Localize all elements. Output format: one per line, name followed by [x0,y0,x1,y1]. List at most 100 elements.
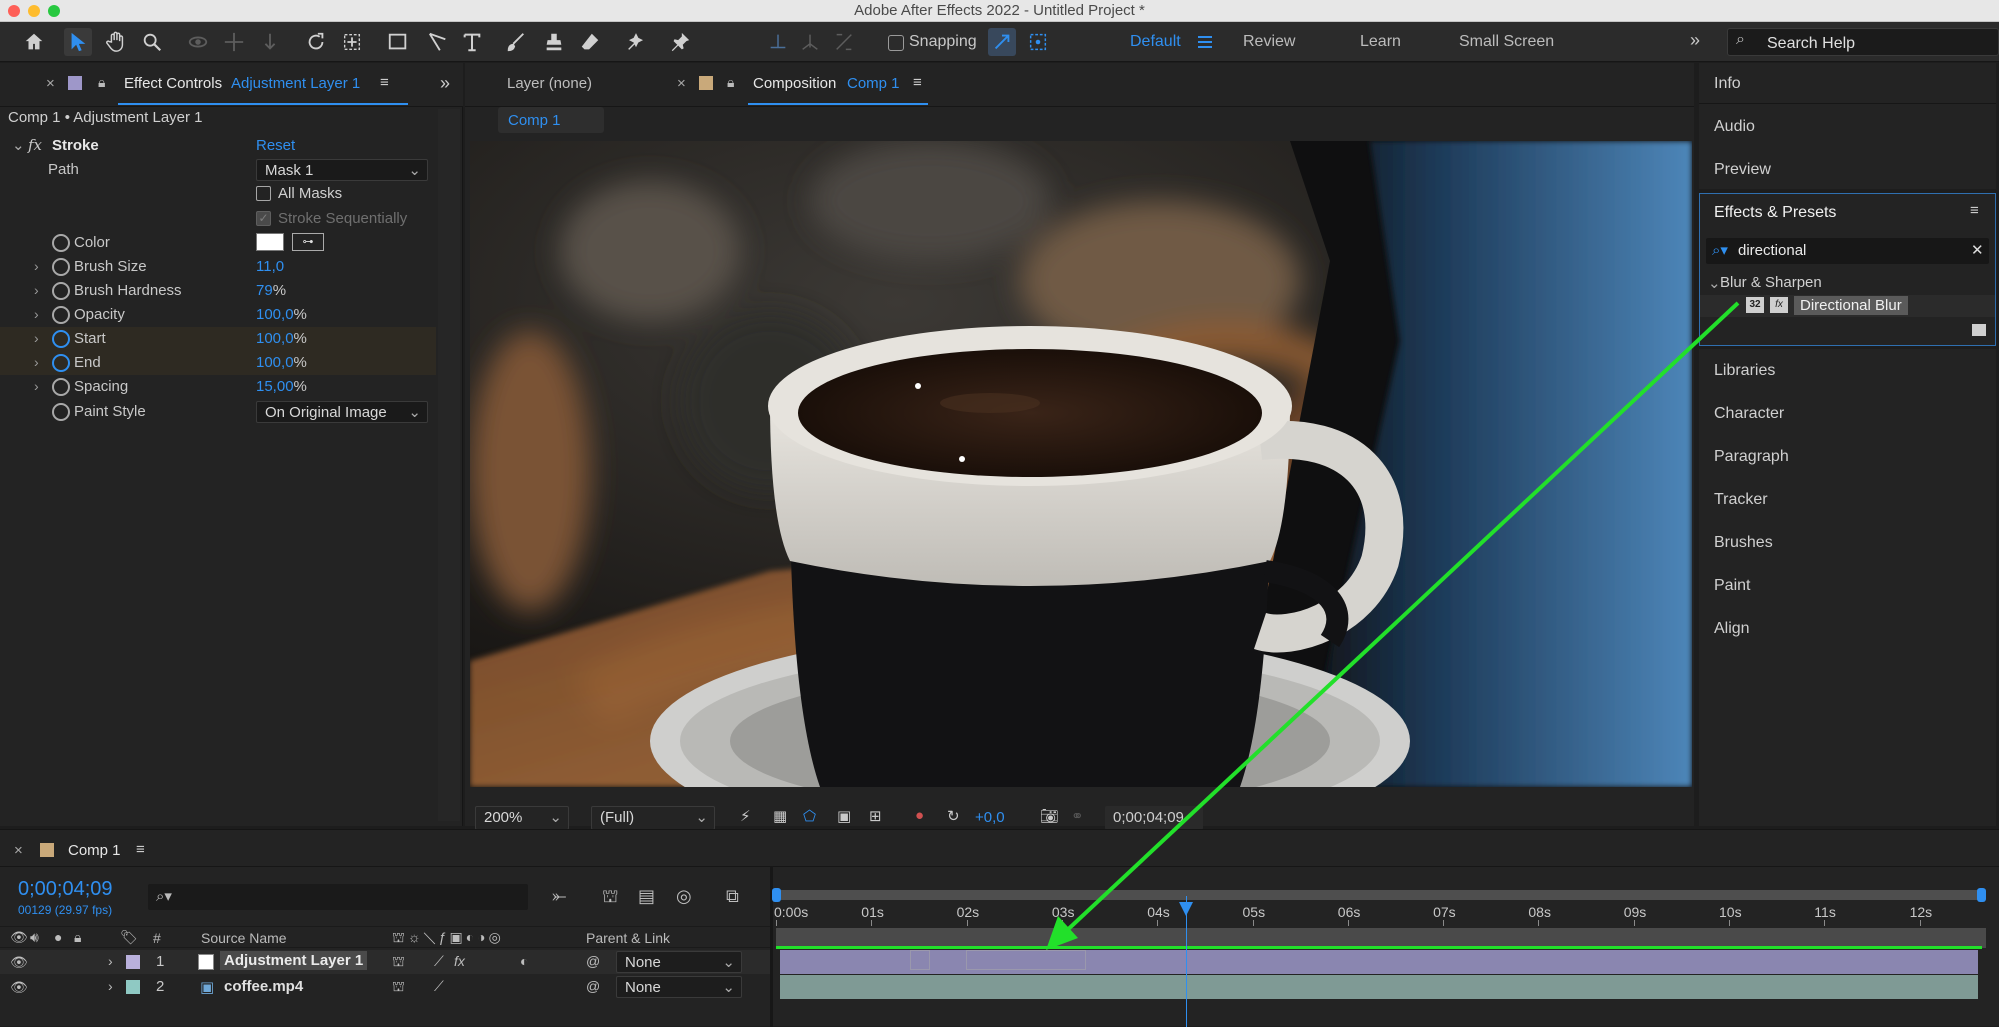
selection-tool-icon[interactable] [64,28,92,56]
source-name-header[interactable]: Source Name [201,930,287,946]
opacity-value[interactable]: 100,0 [256,306,294,323]
shy-switch-icon[interactable]: ⛫ [392,978,405,997]
collapse-chevron-icon[interactable]: ⌄ [1708,274,1721,292]
info-panel-tab[interactable]: Info [1714,75,1741,93]
puppet-pin-tool-icon[interactable] [666,28,694,56]
zoom-tool-icon[interactable] [138,28,166,56]
parent-link-header[interactable]: Parent & Link [586,930,670,946]
layer-label-color[interactable] [126,955,140,969]
expand-chevron-icon[interactable]: › [34,258,39,274]
paint-panel-tab[interactable]: Paint [1714,577,1750,595]
workspace-learn[interactable]: Learn [1360,33,1401,51]
color-swatch[interactable] [256,233,284,251]
home-icon[interactable] [20,28,48,56]
time-ruler[interactable]: 0:00s 01s 02s 03s 04s 05s 06s 07s 08s 09s 10s 11s 12… [774,902,1986,926]
end-value[interactable]: 100,0 [256,354,294,371]
effect-controls-scrollbar[interactable] [438,109,460,821]
eye-icon[interactable]: 👁︎ [10,979,28,996]
snap-features-icon[interactable] [1024,28,1052,56]
character-panel-tab[interactable]: Character [1714,405,1784,423]
search-help-field[interactable]: ⌕ Search Help [1727,28,1999,56]
axis-local-icon[interactable] [764,28,792,56]
frame-blending-icon[interactable]: ▤ [638,886,655,907]
region-of-interest-icon[interactable]: ▣ [837,807,851,825]
resolution-dropdown[interactable]: (Full) ⌄ [591,806,715,830]
expand-chevron-icon[interactable]: › [34,354,39,370]
paragraph-panel-tab[interactable]: Paragraph [1714,448,1789,466]
panel-menu-icon[interactable]: ≡ [136,841,145,858]
close-tab-icon[interactable]: × [677,75,686,92]
audio-icon[interactable]: 🔊︎ [30,929,39,946]
workspace-menu-icon[interactable] [1198,36,1212,48]
viewer-timecode[interactable]: 0;00;04;09 [1105,806,1203,830]
all-masks-checkbox[interactable] [256,186,271,201]
quality-switch-icon[interactable]: ⟋ [434,953,444,970]
transparency-grid-icon[interactable]: ▦ [773,807,787,825]
composition-tab-name[interactable]: Comp 1 [847,75,900,92]
anchor-point-tool-icon[interactable] [338,28,366,56]
grid-guides-icon[interactable]: ⊞ [869,807,882,825]
fx-icon[interactable]: fx [28,136,42,154]
quality-switch-icon[interactable]: ⟋ [434,978,444,995]
layer-label-color[interactable] [126,980,140,994]
layer-2-duration-bar[interactable] [780,975,1978,999]
brush-tool-icon[interactable] [502,28,530,56]
eraser-tool-icon[interactable] [576,28,604,56]
pen-tool-icon[interactable] [424,28,452,56]
align-panel-tab[interactable]: Align [1714,620,1750,638]
stopwatch-icon[interactable] [52,378,70,396]
expand-chevron-icon[interactable]: › [34,330,39,346]
work-area-start-handle[interactable] [772,888,781,902]
close-tab-icon[interactable]: × [46,75,55,92]
pick-whip-icon[interactable]: @ [586,978,600,994]
work-area-bar[interactable] [776,890,1982,900]
close-tab-icon[interactable]: × [14,842,23,859]
rotate-tool-icon[interactable] [302,28,330,56]
directional-blur-label[interactable]: Directional Blur [1794,296,1908,315]
layer-tab[interactable]: Layer (none) [507,75,592,92]
spacing-value[interactable]: 15,00 [256,378,294,395]
start-value[interactable]: 100,0 [256,330,294,347]
motion-blur-icon[interactable]: ◎ [676,886,692,907]
stroke-sequentially-checkbox[interactable]: ✓ [256,211,271,226]
solo-icon[interactable]: ● [54,929,62,945]
roto-brush-tool-icon[interactable] [622,28,650,56]
orbit-camera-icon[interactable] [184,28,212,56]
layer-1-duration-bar[interactable] [780,950,1978,974]
paint-style-dropdown[interactable]: On Original Image ⌄ [256,401,428,423]
stopwatch-active-icon[interactable] [52,354,70,372]
reset-link[interactable]: Reset [256,137,295,154]
parent-dropdown[interactable]: None ⌄ [616,951,742,973]
workspace-overflow-icon[interactable]: » [1690,30,1700,51]
playhead-handle[interactable] [1178,902,1193,916]
stroke-effect-row[interactable]: ⌄ fx Stroke Reset [0,134,436,158]
stopwatch-icon[interactable] [52,282,70,300]
adjustment-switch-icon[interactable]: ◐ [520,953,528,969]
current-time-display[interactable]: 0;00;04;09 [18,878,113,901]
audio-panel-tab[interactable]: Audio [1714,118,1755,136]
label-tag-icon[interactable]: 🏷︎ [120,929,138,946]
eye-icon[interactable]: 👁︎ [10,929,28,946]
libraries-panel-tab[interactable]: Libraries [1714,362,1775,380]
draft-3d-icon[interactable]: ⛫ [602,886,619,910]
effect-category[interactable]: Blur & Sharpen [1720,274,1822,291]
brush-hardness-value[interactable]: 79 [256,282,273,299]
dolly-camera-icon[interactable] [256,28,284,56]
panel-menu-icon[interactable]: ≡ [913,74,922,91]
panel-overflow-icon[interactable]: » [440,73,450,94]
rectangle-tool-icon[interactable] [384,28,412,56]
preview-panel-tab[interactable]: Preview [1714,161,1771,179]
time-graph[interactable]: 0:00s 01s 02s 03s 04s 05s 06s 07s 08s 09s 10s 11s 12… [772,866,1999,1027]
type-tool-icon[interactable] [458,28,486,56]
timeline-search-field[interactable]: ⌕▾ [148,884,528,910]
stopwatch-icon[interactable] [52,306,70,324]
layer-name[interactable]: Adjustment Layer 1 [220,951,368,970]
timeline-layer-row[interactable]: 👁︎ › 2 ▣ coffee.mp4 ⛫ ⟋ @ None ⌄ [0,975,770,999]
reset-exposure-icon[interactable]: ↻ [947,807,960,825]
composition-tab-label[interactable]: Composition [753,75,836,92]
axis-view-icon[interactable] [830,28,858,56]
clear-search-icon[interactable]: ✕ [1971,241,1984,259]
workspace-review[interactable]: Review [1243,33,1295,51]
panel-menu-icon[interactable]: ≡ [1970,202,1979,219]
snapping-checkbox[interactable] [888,35,904,51]
